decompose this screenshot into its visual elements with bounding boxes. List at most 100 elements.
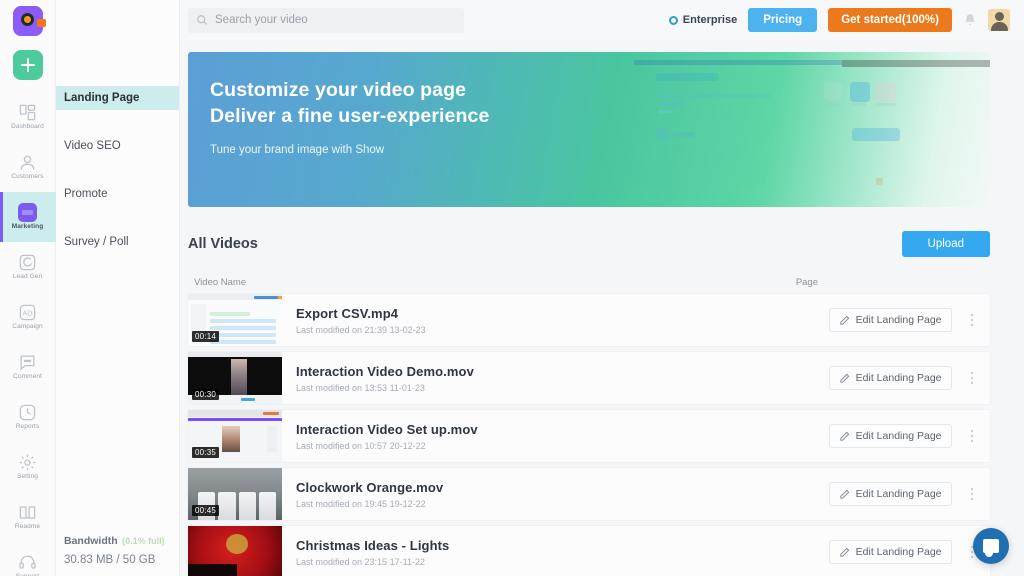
- sidebar-label: Dashboard: [11, 123, 44, 131]
- chat-icon: [983, 539, 999, 557]
- edit-landing-page-button[interactable]: Edit Landing Page: [828, 308, 952, 332]
- table-row[interactable]: 00:45 Clockwork Orange.mov Last modified…: [188, 468, 990, 520]
- edit-label: Edit Landing Page: [855, 314, 942, 326]
- app-root: Dashboard Customers Marketing Lead Gen A…: [0, 0, 1024, 576]
- sidebar-item-reports[interactable]: Reports: [0, 392, 56, 442]
- sidebar-label: Readme: [14, 523, 41, 531]
- edit-label: Edit Landing Page: [855, 372, 942, 384]
- sidebar-label: Comment: [13, 373, 42, 381]
- bandwidth-widget: Bandwidth (0.1% full) 30.83 MB / 50 GB: [64, 531, 176, 566]
- video-thumbnail[interactable]: 00:30: [188, 352, 282, 404]
- sidebar-label: Marketing: [11, 223, 44, 231]
- headset-icon: [19, 555, 36, 569]
- sidebar-label: Lead Gen: [12, 273, 43, 281]
- enterprise-badge[interactable]: Enterprise: [668, 14, 737, 26]
- video-name: Christmas Ideas - Lights: [296, 537, 450, 553]
- get-started-button[interactable]: Get started(100%): [828, 8, 952, 32]
- sidebar-label: Reports: [15, 423, 40, 431]
- main-content: Enterprise Pricing Get started(100%): [180, 0, 1024, 576]
- bandwidth-usage: 30.83 MB / 50 GB: [64, 554, 156, 566]
- upload-button[interactable]: Upload: [901, 231, 990, 257]
- video-info: Interaction Video Demo.mov Last modified…: [296, 364, 474, 393]
- mock-cta-button: [852, 128, 900, 141]
- bell-icon[interactable]: [963, 12, 977, 28]
- sidebar-item-lead-gen[interactable]: Lead Gen: [0, 242, 56, 292]
- hero-text: Customize your video page Deliver a fine…: [210, 78, 489, 156]
- gear-icon: [19, 454, 36, 471]
- sidebar-item-video-seo[interactable]: Video SEO: [56, 134, 179, 158]
- page-title: All Videos: [188, 236, 258, 252]
- hero-preview-mockup: [614, 60, 990, 207]
- video-duration: 00:35: [192, 447, 220, 458]
- row-menu-button[interactable]: [968, 427, 977, 446]
- row-actions: Edit Landing Page: [828, 308, 990, 332]
- video-list: 00:14 Export CSV.mp4 Last modified on 21…: [188, 294, 990, 576]
- bandwidth-percent: (0.1% full): [122, 536, 165, 546]
- thumb-art-person: [231, 359, 247, 395]
- table-header: Video Name Page: [188, 277, 990, 288]
- mock-app-icon: [824, 82, 842, 100]
- row-menu-button[interactable]: [968, 311, 977, 330]
- mock-caption: [876, 103, 896, 106]
- table-row[interactable]: 00:30 Interaction Video Demo.mov Last mo…: [188, 352, 990, 404]
- sidebar-item-comment[interactable]: Comment: [0, 342, 56, 392]
- ad-icon: AD: [19, 304, 36, 321]
- edit-landing-page-button[interactable]: Edit Landing Page: [828, 366, 952, 390]
- edit-landing-page-button[interactable]: Edit Landing Page: [828, 540, 952, 564]
- mock-avatar: [656, 128, 669, 141]
- sidebar-label: Setting: [17, 473, 38, 481]
- add-button[interactable]: [12, 50, 43, 80]
- sidebar-item-setting[interactable]: Setting: [0, 442, 56, 492]
- table-row[interactable]: 00:14 Export CSV.mp4 Last modified on 21…: [188, 294, 990, 346]
- row-menu-button[interactable]: [968, 485, 977, 504]
- video-info: Clockwork Orange.mov Last modified on 19…: [296, 480, 443, 509]
- comment-icon: [20, 355, 35, 371]
- sidebar-item-readme[interactable]: Readme: [0, 492, 56, 542]
- mock-line: [673, 132, 695, 137]
- edit-label: Edit Landing Page: [855, 488, 942, 500]
- thumb-art-browser-bar: [188, 352, 282, 357]
- video-name: Interaction Video Set up.mov: [296, 421, 478, 437]
- table-row[interactable]: Christmas Ideas - Lights Last modified o…: [188, 526, 990, 576]
- video-duration: 00:45: [192, 505, 220, 516]
- edit-landing-page-button[interactable]: Edit Landing Page: [828, 424, 952, 448]
- video-name: Clockwork Orange.mov: [296, 479, 444, 495]
- sidebar-item-promote[interactable]: Promote: [56, 182, 179, 206]
- row-actions: Edit Landing Page: [828, 540, 990, 564]
- mock-title: [656, 73, 718, 81]
- search-box[interactable]: [188, 7, 464, 33]
- svg-text:AD: AD: [23, 310, 33, 318]
- sidebar-item-survey-poll[interactable]: Survey / Poll: [56, 230, 179, 254]
- video-thumbnail[interactable]: [188, 526, 282, 576]
- mock-dark-strip: [842, 60, 990, 67]
- video-thumbnail[interactable]: 00:35: [188, 410, 282, 462]
- video-thumbnail[interactable]: 00:45: [188, 468, 282, 520]
- row-menu-button[interactable]: [968, 369, 977, 388]
- chat-support-button[interactable]: [973, 528, 1009, 564]
- pencil-icon: [840, 315, 849, 325]
- search-input[interactable]: [215, 14, 456, 26]
- show-logo[interactable]: [12, 6, 46, 36]
- video-thumbnail[interactable]: 00:14: [188, 294, 282, 346]
- reports-icon: [19, 404, 36, 421]
- sidebar-item-dashboard[interactable]: Dashboard: [0, 92, 56, 142]
- thumb-art-accent: [188, 418, 282, 421]
- mock-line: [658, 102, 686, 106]
- sidebar-item-support[interactable]: Support: [0, 542, 56, 576]
- column-header-page: Page: [795, 277, 818, 288]
- sidebar-item-marketing[interactable]: Marketing: [0, 192, 56, 242]
- pricing-button[interactable]: Pricing: [748, 8, 818, 32]
- edit-landing-page-button[interactable]: Edit Landing Page: [828, 482, 952, 506]
- row-actions: Edit Landing Page: [828, 482, 990, 506]
- avatar[interactable]: [988, 9, 1010, 31]
- video-modified: Last modified on 10:57 20-12-22: [296, 440, 426, 451]
- table-row[interactable]: 00:35 Interaction Video Set up.mov Last …: [188, 410, 990, 462]
- sidebar-item-customers[interactable]: Customers: [0, 142, 56, 192]
- book-icon: [19, 506, 36, 519]
- sidebar-item-landing-page[interactable]: Landing Page: [56, 86, 179, 110]
- sidebar-item-campaign[interactable]: AD Campaign: [0, 292, 56, 342]
- hero-banner[interactable]: Customize your video page Deliver a fine…: [188, 52, 990, 207]
- top-bar-actions: Enterprise Pricing Get started(100%): [668, 8, 1010, 32]
